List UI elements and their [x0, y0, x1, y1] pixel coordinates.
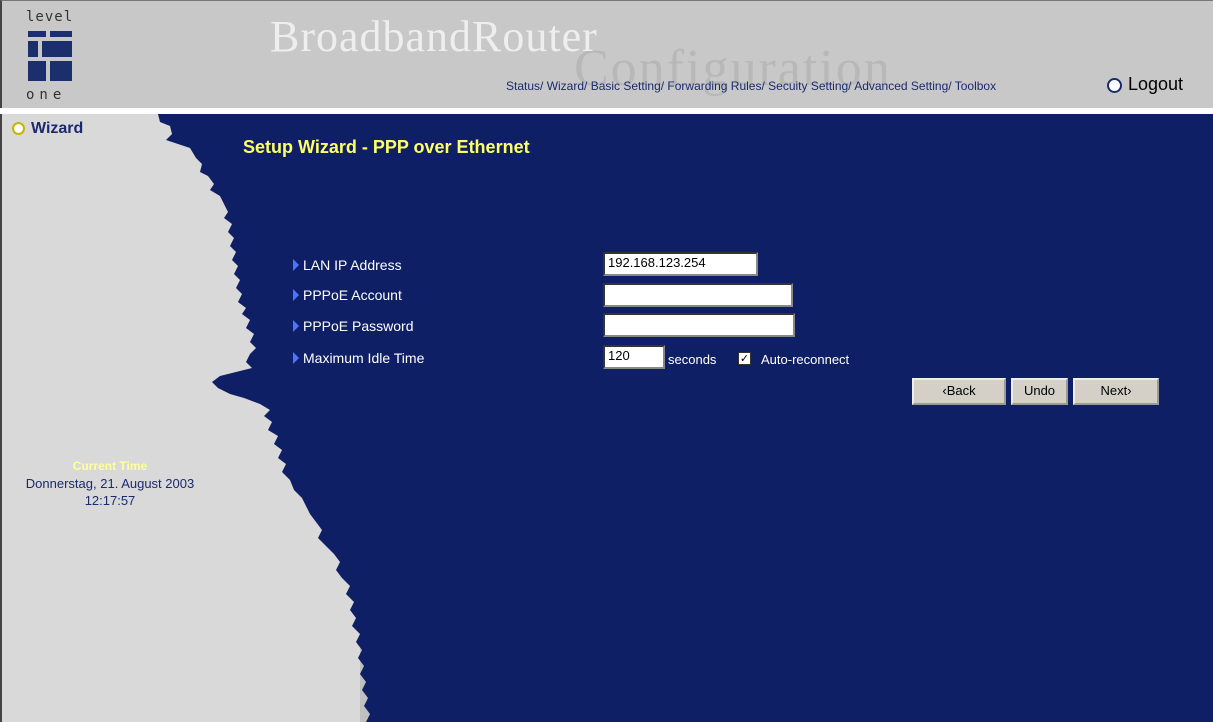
current-time-label: Current Time	[72, 459, 148, 473]
pppoe-password-label-row: PPPoE Password	[293, 318, 414, 334]
brand-title: BroadbandRouter	[270, 12, 598, 61]
nav-wizard[interactable]: Wizard/	[547, 79, 591, 93]
current-time: 12:17:57	[84, 493, 136, 508]
lan-ip-label-row: LAN IP Address	[293, 257, 402, 273]
sidebar-wizard-label: Wizard	[31, 120, 84, 137]
nav-status[interactable]: Status/	[506, 79, 547, 93]
sidebar-wizard-link[interactable]: Wizard	[12, 120, 83, 138]
nav-forwarding-rules[interactable]: Forwarding Rules/	[667, 79, 768, 93]
nav-security-setting[interactable]: Secuity Setting/	[768, 79, 854, 93]
back-button[interactable]: ‹Back	[912, 378, 1006, 405]
nav-basic-setting[interactable]: Basic Setting/	[591, 79, 668, 93]
levelone-logo: level one	[22, 9, 84, 103]
wizard-radio-icon	[12, 122, 25, 136]
lan-ip-input[interactable]: 192.168.123.254	[603, 252, 758, 276]
arrow-icon	[293, 289, 299, 301]
current-date: Donnerstag, 21. August 2003	[25, 476, 195, 491]
logout-radio-icon	[1107, 77, 1122, 93]
idle-time-label: Maximum Idle Time	[303, 350, 425, 366]
auto-reconnect-checkbox[interactable]: ✓	[738, 352, 751, 365]
logo-text-top: level	[26, 9, 74, 25]
idle-time-label-row: Maximum Idle Time	[293, 350, 424, 366]
logout-link[interactable]: Logout	[1107, 74, 1183, 95]
pppoe-account-input[interactable]	[603, 283, 793, 307]
main-panel	[158, 114, 1213, 722]
arrow-icon	[293, 259, 299, 271]
pppoe-password-label: PPPoE Password	[303, 318, 414, 334]
pppoe-account-label: PPPoE Account	[303, 287, 402, 303]
pppoe-password-input[interactable]	[603, 313, 795, 337]
logo-grid-icon	[28, 31, 72, 83]
next-button[interactable]: Next›	[1073, 378, 1159, 405]
header: level one Configuration BroadbandRouter …	[0, 0, 1213, 108]
arrow-icon	[293, 320, 299, 332]
arrow-icon	[293, 352, 299, 364]
current-time-block: Current Time Donnerstag, 21. August 2003…	[0, 458, 220, 509]
main-background-shape	[158, 114, 1213, 722]
page-title: Setup Wizard - PPP over Ethernet	[243, 137, 530, 157]
undo-button[interactable]: Undo	[1011, 378, 1068, 405]
logo-text-bottom: one	[26, 87, 67, 103]
pppoe-account-label-row: PPPoE Account	[293, 287, 402, 303]
auto-reconnect-label: Auto-reconnect	[761, 352, 850, 367]
idle-time-input[interactable]: 120	[603, 345, 665, 369]
logout-label: Logout	[1128, 74, 1184, 94]
lan-ip-label: LAN IP Address	[303, 257, 402, 273]
nav-toolbox[interactable]: Toolbox	[955, 79, 996, 93]
idle-time-unit: seconds	[668, 352, 717, 367]
nav-advanced-setting[interactable]: Advanced Setting/	[854, 79, 955, 93]
top-nav: Status/ Wizard/ Basic Setting/ Forwardin…	[506, 79, 996, 93]
